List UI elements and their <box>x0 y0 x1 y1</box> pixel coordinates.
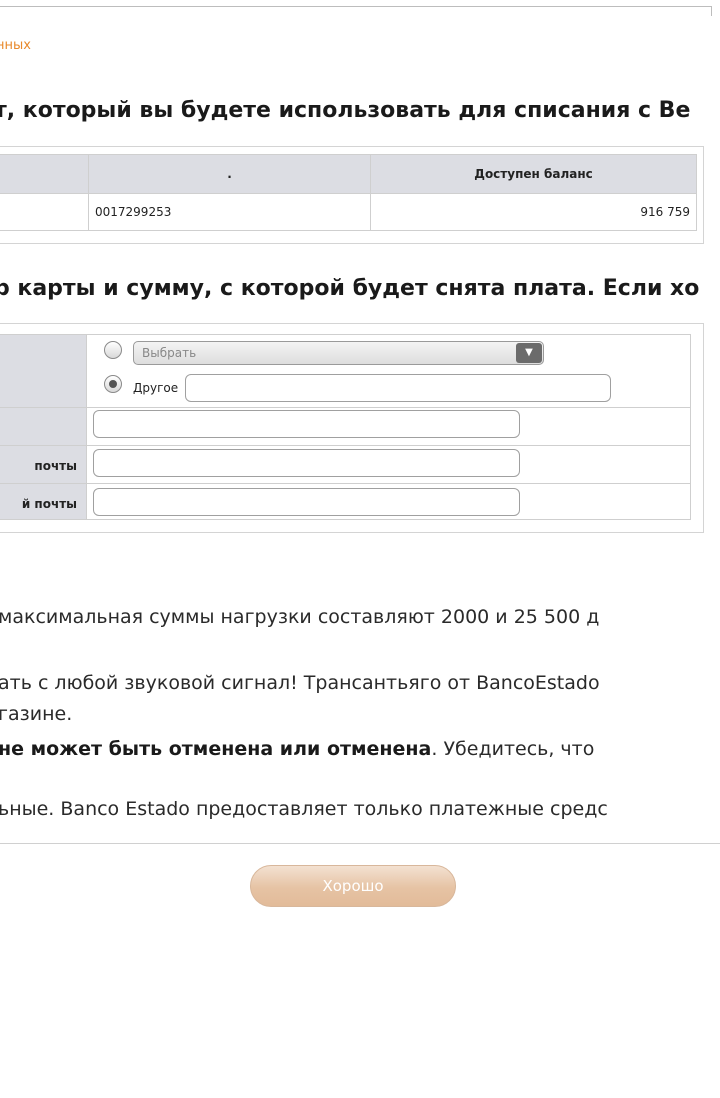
form-row-divider <box>0 483 691 484</box>
accounts-table-header: . Доступен баланс <box>0 154 697 194</box>
email-confirm-field-label: й почты <box>21 497 77 511</box>
note-banco-estado: ьные. Banco Estado предоставляет только … <box>0 798 608 820</box>
amount-select[interactable]: Выбрать <box>133 341 544 365</box>
breadcrumb[interactable]: нных <box>0 38 31 53</box>
account-balance-cell: 916 759 <box>370 193 697 231</box>
form-grid-divider <box>86 334 87 520</box>
note-irreversible-rest: . Убедитесь, что <box>431 738 595 760</box>
other-amount-input[interactable] <box>185 374 611 402</box>
radio-other-amount[interactable] <box>104 375 122 393</box>
account-number-cell: 0017299253 <box>88 193 371 231</box>
email-field[interactable] <box>93 449 520 477</box>
note-transantiago: ать с любой звуковой сигнал! Трансантьяг… <box>0 672 600 694</box>
column-header-type <box>0 154 89 194</box>
top-divider <box>0 6 712 7</box>
email-confirm-field[interactable] <box>93 488 520 516</box>
chevron-down-icon[interactable]: ▼ <box>516 343 542 363</box>
email-field-label: почты <box>34 459 77 473</box>
account-type-cell <box>0 193 89 231</box>
note-transantiago-cont: газине. <box>0 703 73 725</box>
section-heading-account: т, который вы будете использовать для сп… <box>0 98 691 123</box>
ok-button[interactable]: Хорошо <box>250 865 456 907</box>
form-row-divider <box>0 407 691 408</box>
other-amount-label: Другое <box>133 381 179 395</box>
radio-select-amount[interactable] <box>104 341 122 359</box>
top-divider-corner <box>711 6 712 16</box>
note-irreversible-bold: не может быть отменена или отменена <box>0 738 432 760</box>
bottom-divider <box>0 843 720 844</box>
form-row-divider <box>0 445 691 446</box>
note-irreversible: не может быть отменена или отменена. Убе… <box>0 738 594 760</box>
section-heading-card: р карты и сумму, с которой будет снята п… <box>0 276 700 301</box>
note-amount-limits: максимальная суммы нагрузки составляют 2… <box>0 606 600 628</box>
column-header-number: . <box>88 154 371 194</box>
card-number-input[interactable] <box>93 410 520 438</box>
accounts-table: . Доступен баланс 0017299253 916 759 <box>0 154 697 231</box>
accounts-table-container: . Доступен баланс 0017299253 916 759 <box>0 146 704 244</box>
column-header-balance: Доступен баланс <box>370 154 697 194</box>
table-row[interactable]: 0017299253 916 759 <box>0 193 697 231</box>
